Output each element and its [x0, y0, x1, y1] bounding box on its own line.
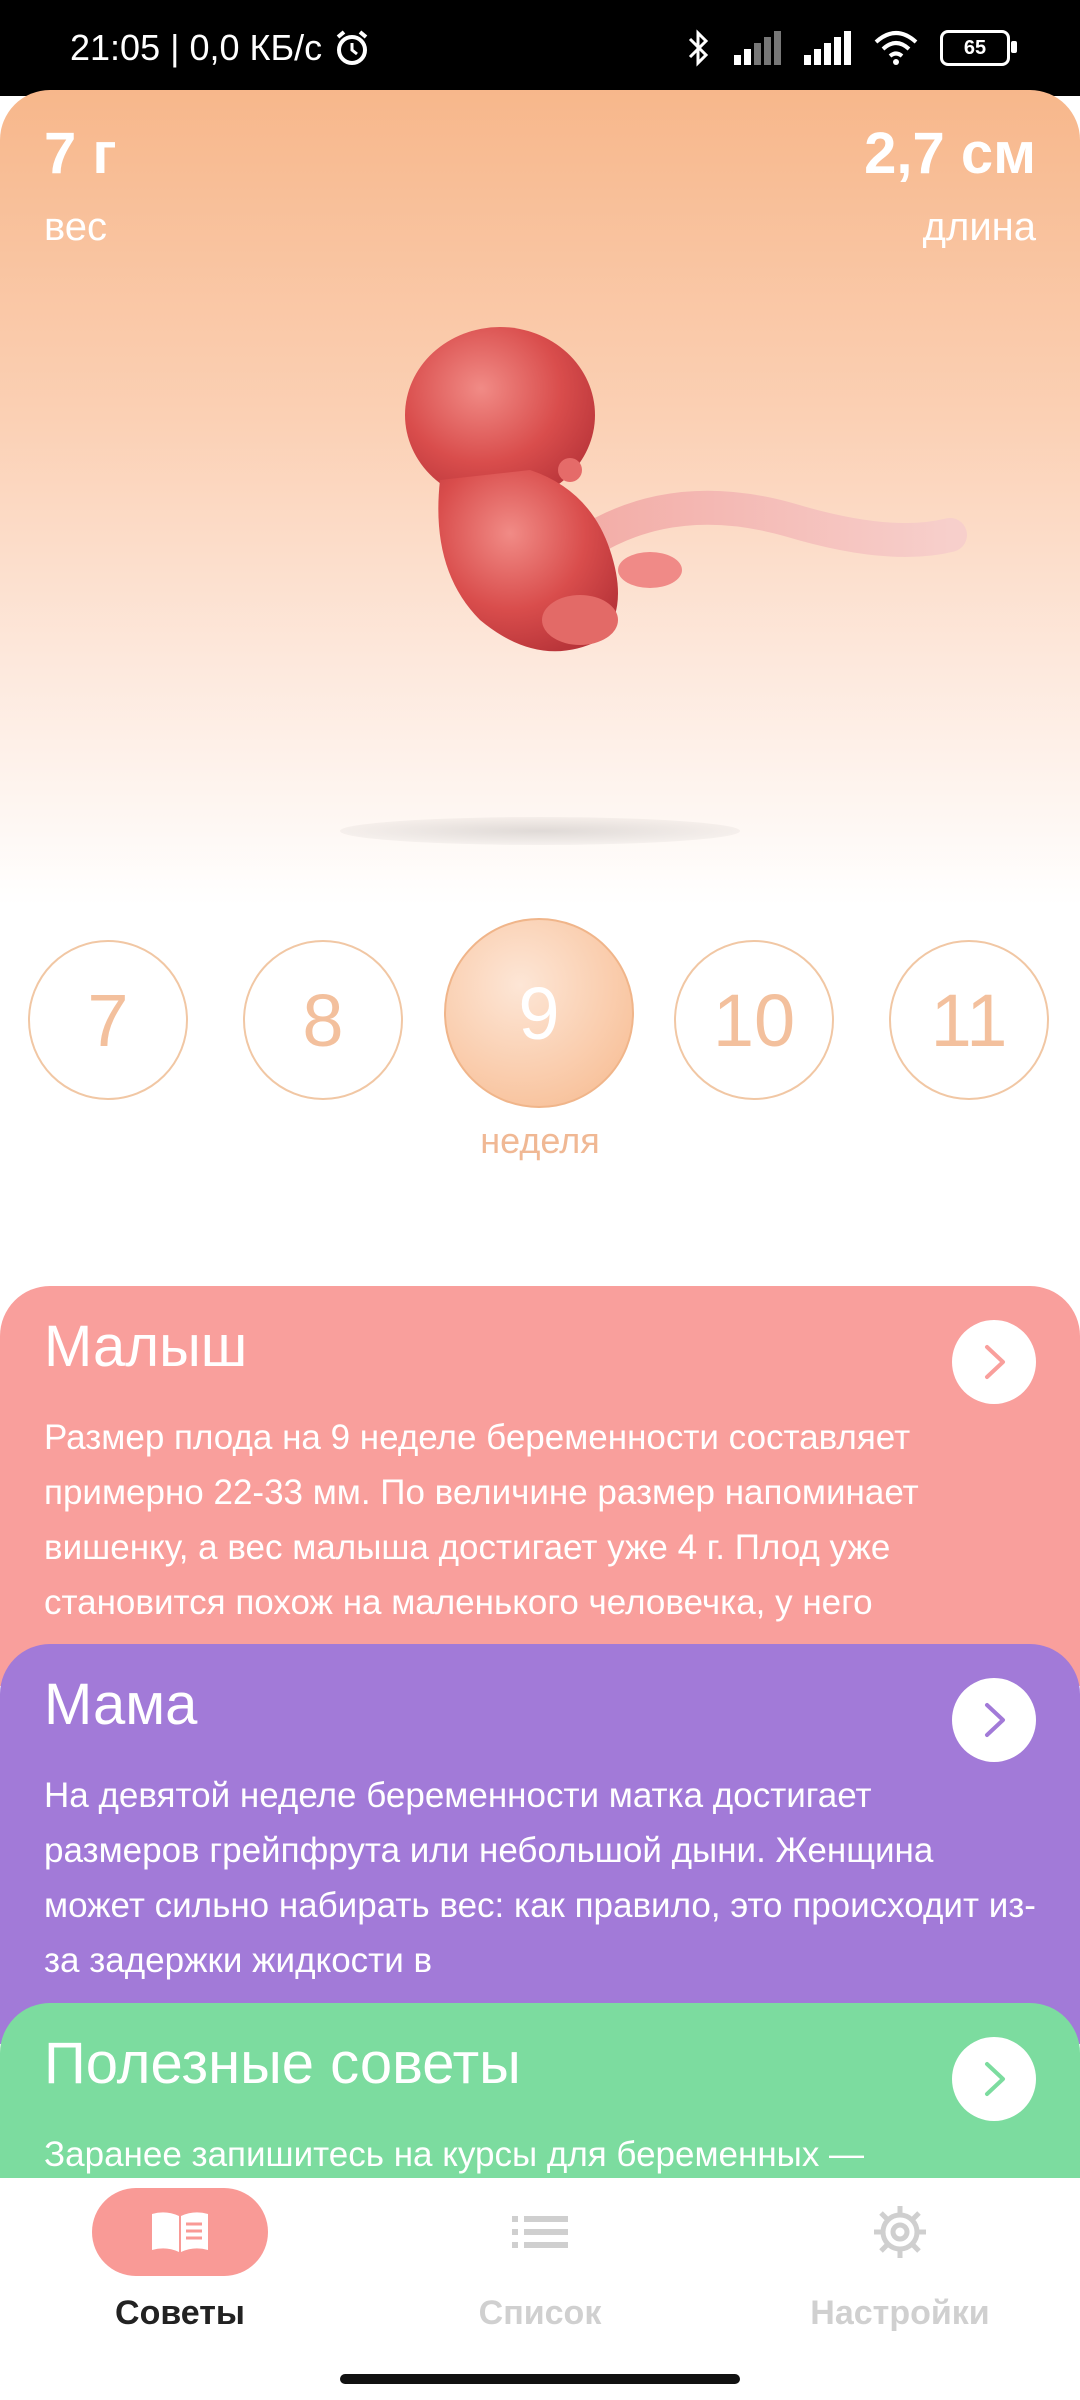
- status-bar: 21:05 | 0,0 КБ/с 65: [0, 0, 1080, 96]
- nav-settings-label: Настройки: [810, 2294, 990, 2332]
- fetus-illustration: [405, 327, 967, 652]
- week-11[interactable]: 11: [889, 940, 1049, 1100]
- week-10[interactable]: 10: [674, 940, 834, 1100]
- nav-list-pill: [452, 2188, 628, 2276]
- week-7[interactable]: 7: [28, 940, 188, 1100]
- wifi-icon: [874, 31, 918, 65]
- book-icon: [152, 2212, 208, 2252]
- open-mom-button[interactable]: [952, 1678, 1036, 1762]
- fetus-hero: 7 г вес 2,7 см длина: [0, 90, 1080, 905]
- week-caption: неделя: [480, 1120, 600, 1161]
- chevron-right-icon: [985, 1345, 1005, 1379]
- gear-icon: [874, 2206, 926, 2258]
- nav-tips-label: Советы: [115, 2294, 245, 2332]
- signal-icon: [804, 31, 851, 65]
- card-title: Мама: [44, 1672, 198, 1737]
- fetus-shadow: [340, 817, 740, 845]
- nav-settings[interactable]: Настройки: [720, 2188, 1080, 2333]
- card-title: Малыш: [44, 1314, 248, 1379]
- card-text: На девятой неделе беременности матка дос…: [44, 1776, 1036, 1980]
- open-tips-button[interactable]: [952, 2037, 1036, 2121]
- nav-list[interactable]: Список: [360, 2188, 720, 2333]
- card-title: Полезные советы: [44, 2031, 521, 2096]
- battery-level: 65: [963, 36, 987, 59]
- chevron-right-icon: [985, 2062, 1005, 2096]
- weight-stat: 7 г вес: [44, 120, 117, 250]
- alarm-icon: [336, 30, 368, 65]
- signal-icon: [734, 31, 781, 65]
- nav-tips[interactable]: Советы: [0, 2188, 360, 2333]
- tips-card[interactable]: Полезные советы Заранее запишитесь на ку…: [0, 2003, 1080, 2178]
- bottom-navigation: Советы Список Настройки: [0, 2178, 1080, 2400]
- status-time: 21:05 | 0,0 КБ/с: [70, 27, 323, 68]
- week-9-selected[interactable]: 9: [444, 918, 634, 1108]
- list-icon: [512, 2216, 568, 2248]
- week-8[interactable]: 8: [243, 940, 403, 1100]
- baby-card[interactable]: Малыш Размер плода на 9 неделе беременно…: [0, 1286, 1080, 1686]
- chevron-right-icon: [985, 1703, 1005, 1737]
- bluetooth-icon: [688, 29, 709, 67]
- card-text: Размер плода на 9 неделе беременности со…: [44, 1418, 919, 1622]
- open-baby-button[interactable]: [952, 1320, 1036, 1404]
- nav-list-label: Список: [478, 2294, 602, 2332]
- length-label: длина: [922, 205, 1036, 249]
- nav-tips-pill: [92, 2188, 268, 2276]
- length-value: 2,7 см: [864, 121, 1036, 186]
- length-stat: 2,7 см длина: [864, 120, 1036, 250]
- weight-label: вес: [44, 205, 108, 249]
- home-indicator[interactable]: [340, 2374, 740, 2384]
- mom-card[interactable]: Мама На девятой неделе беременности матк…: [0, 1644, 1080, 2044]
- weight-value: 7 г: [44, 121, 117, 186]
- nav-settings-pill: [812, 2188, 988, 2276]
- card-text: Заранее запишитесь на курсы для беременн…: [44, 2135, 865, 2174]
- battery-indicator: 65: [940, 30, 1017, 66]
